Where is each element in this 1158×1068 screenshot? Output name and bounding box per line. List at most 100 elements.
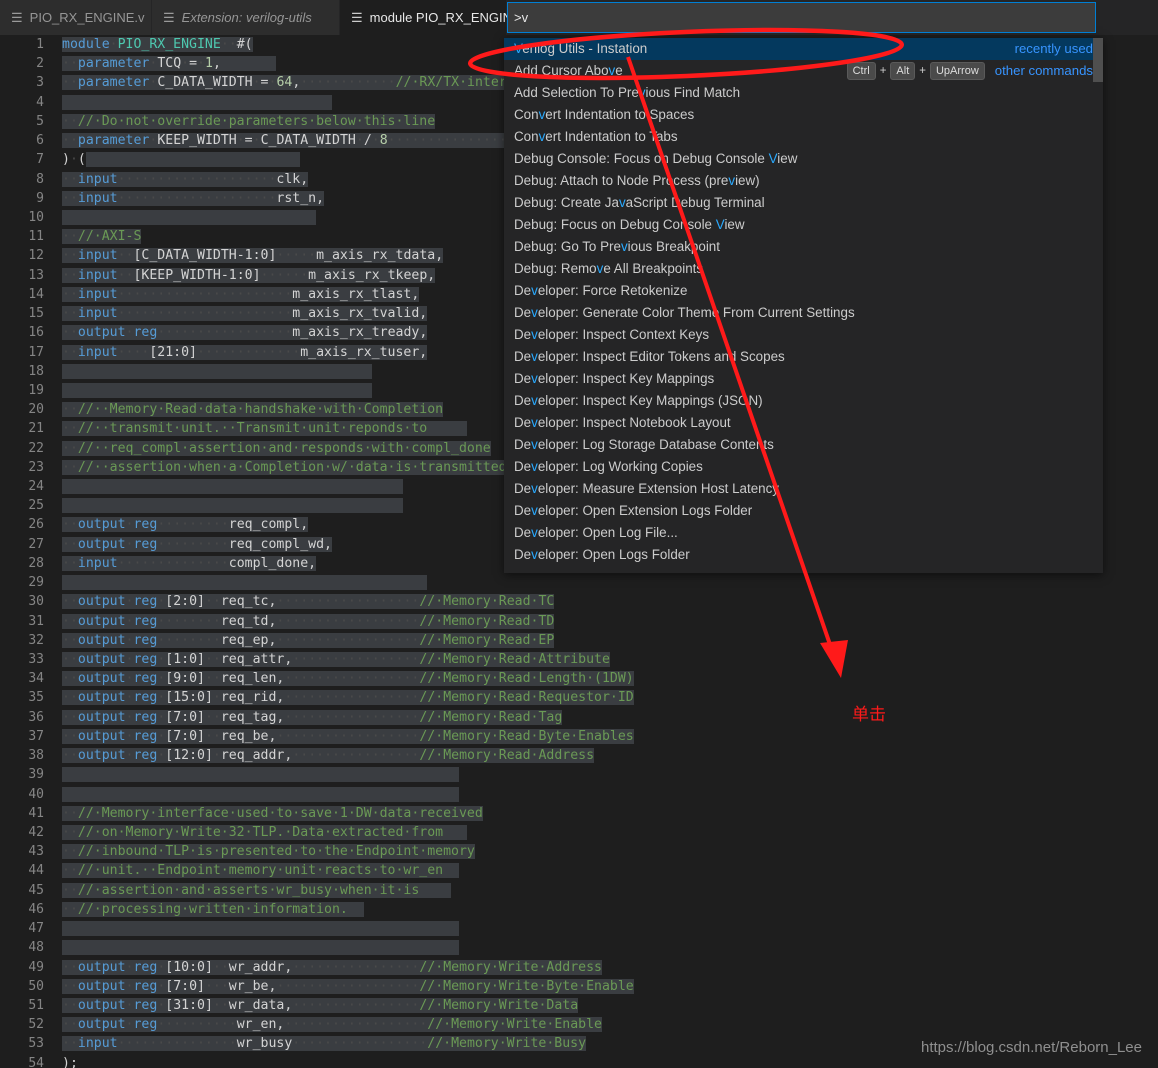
command-palette-item[interactable]: Developer: Open Log File... [504, 522, 1103, 544]
code-line[interactable]: 41 ··//·Memory·interface·used·to·save·1·D… [0, 804, 1158, 823]
command-palette-item[interactable]: Developer: Log Storage Database Contents [504, 434, 1103, 456]
line-number: 11 [28, 229, 44, 245]
tab-module-pio-rx-engine[interactable]: ☰ module PIO_RX_ENGIN [340, 0, 512, 35]
line-number: 21 [28, 421, 44, 437]
code-line[interactable]: 33 ··output·reg·[1:0]··req_attr,·········… [0, 650, 1158, 669]
line-content: ··output·reg·[1:0]··req_attr,···········… [62, 652, 610, 667]
code-line[interactable]: 44 ··//·unit.··Endpoint·memory·unit·react… [0, 861, 1158, 880]
code-line[interactable]: 32 ··output·reg········req_ep,···········… [0, 631, 1158, 650]
code-line[interactable]: 49 ··output·reg·[10:0]··wr_addr,·········… [0, 958, 1158, 977]
command-label: Developer: Open Extension Logs Folder [514, 503, 753, 518]
command-palette-item[interactable]: Add Selection To Previous Find Match [504, 82, 1103, 104]
code-line[interactable]: 35 ··output·reg·[15:0]·req_rid,··········… [0, 688, 1158, 707]
code-line[interactable]: 52 ··output·reg··········wr_en,··········… [0, 1015, 1158, 1034]
code-line[interactable]: 43 ··//·inbound·TLP·is·presented·to·the·E… [0, 842, 1158, 861]
code-line[interactable]: 37 ··output·reg·[7:0]··req_be,···········… [0, 727, 1158, 746]
code-line[interactable]: 50 ··output·reg·[7:0]···wr_be,···········… [0, 977, 1158, 996]
line-content: ··//··transmit·unit.··Transmit·unit·repo… [62, 419, 467, 438]
command-palette-item[interactable]: Convert Indentation to Spaces [504, 104, 1103, 126]
line-content: ··//·Memory·interface·used·to·save·1·DW·… [62, 805, 483, 821]
command-palette-item[interactable]: Developer: Inspect Editor Tokens and Sco… [504, 346, 1103, 368]
line-number: 22 [28, 440, 44, 456]
command-label: Debug: Focus on Debug Console View [514, 217, 745, 232]
command-palette-input[interactable] [514, 10, 1089, 25]
keycap: Alt [890, 62, 916, 80]
line-number: 1 [36, 37, 44, 52]
command-palette-item[interactable]: Debug: Go To Previous Breakpoint [504, 236, 1103, 258]
line-content: ··//·AXI-S [62, 229, 142, 245]
line-number: 36 [28, 709, 44, 725]
code-line[interactable]: 38 ··output·reg·[12:0]·req_addr,·········… [0, 746, 1158, 765]
code-line[interactable]: 47 [0, 919, 1158, 938]
code-line[interactable]: 48 [0, 938, 1158, 957]
command-label: Developer: Measure Extension Host Latenc… [514, 481, 779, 496]
command-palette-item[interactable]: Debug: Remove All Breakpoints [504, 258, 1103, 280]
code-line[interactable]: 29 [0, 573, 1158, 592]
command-palette-item[interactable]: Debug: Attach to Node Process (preview) [504, 170, 1103, 192]
line-content [62, 208, 317, 227]
command-label: Developer: Inspect Key Mappings [514, 371, 715, 386]
line-number: 26 [28, 517, 44, 533]
command-palette-item[interactable]: Developer: Generate Color Theme From Cur… [504, 302, 1103, 324]
code-line[interactable]: 40 [0, 785, 1158, 804]
tab-extension-verilog-utils[interactable]: ☰ Extension: verilog-utils [152, 0, 340, 35]
command-palette-item[interactable]: Developer: Open Extension Logs Folder [504, 500, 1103, 522]
line-content: ··input····················clk, [62, 171, 309, 187]
quick-input-box[interactable] [507, 2, 1096, 33]
command-palette-item[interactable]: Developer: Log Working Copies [504, 456, 1103, 478]
command-palette-item[interactable]: Developer: Inspect Notebook Layout [504, 412, 1103, 434]
line-number: 7 [36, 152, 44, 168]
code-line[interactable]: 30 ··output·reg·[2:0]··req_tc,···········… [0, 592, 1158, 611]
line-content [62, 765, 459, 784]
command-palette-item[interactable]: Debug Console: Focus on Debug Console Vi… [504, 148, 1103, 170]
line-number: 28 [28, 555, 44, 571]
command-palette-item[interactable]: Debug: Focus on Debug Console View [504, 214, 1103, 236]
vscode-window: ☰ PIO_RX_ENGINE.v ☰ Extension: verilog-u… [0, 0, 1158, 1068]
code-line[interactable]: 39 [0, 765, 1158, 784]
code-line[interactable]: 34 ··output·reg·[9:0]··req_len,··········… [0, 669, 1158, 688]
command-palette-list[interactable]: Verilog Utils - Instation recently used Ad… [504, 38, 1103, 573]
line-number: 12 [28, 248, 44, 264]
command-palette-item[interactable]: Verilog Utils - Instation recently used [504, 38, 1103, 60]
line-content: ··output·reg·········req_compl, [62, 517, 309, 533]
line-content: module·PIO_RX_ENGINE··#( [62, 37, 253, 52]
command-palette-item[interactable]: Add Cursor Above Ctrl + Alt + UpArrow other co… [504, 60, 1103, 82]
command-label: Add Selection To Previous Find Match [514, 85, 741, 100]
line-content [62, 381, 372, 400]
command-palette-item[interactable]: Developer: Inspect Key Mappings (JSON) [504, 390, 1103, 412]
keybinding-chord: Ctrl + Alt + UpArrow [846, 60, 985, 82]
line-number: 13 [28, 267, 44, 283]
line-number: 2 [36, 56, 44, 72]
line-content: ··output·reg·[7:0]···wr_be,·············… [62, 978, 634, 994]
line-number: 48 [28, 940, 44, 956]
line-content: ··//·Do·not·override·parameters·below·th… [62, 113, 436, 129]
keycap: UpArrow [929, 62, 985, 80]
line-content [62, 573, 428, 592]
tab-label: Extension: verilog-utils [181, 10, 312, 25]
code-line[interactable]: 51 ··output·reg·[31:0]··wr_data,·········… [0, 996, 1158, 1015]
command-palette-item[interactable]: Developer: Open Logs Folder [504, 544, 1103, 566]
command-palette-scrollbar[interactable] [1093, 38, 1103, 82]
code-line[interactable]: 42 ··//·on·Memory·Write·32·TLP.·Data·extr… [0, 823, 1158, 842]
code-line[interactable]: 31 ··output·reg········req_td,···········… [0, 612, 1158, 631]
code-line[interactable]: 36 ··output·reg·[7:0]··req_tag,··········… [0, 708, 1158, 727]
tab-pio-rx-engine-v[interactable]: ☰ PIO_RX_ENGINE.v [0, 0, 152, 35]
command-label: Developer: Inspect Editor Tokens and Sco… [514, 349, 785, 364]
command-group-label: other commands [994, 63, 1093, 78]
command-palette-item[interactable]: Debug: Create JavaScript Debug Terminal [504, 192, 1103, 214]
command-palette-item[interactable]: Developer: Measure Extension Host Latenc… [504, 478, 1103, 500]
code-line[interactable]: 46 ··//·processing·written·information. [0, 900, 1158, 919]
code-line[interactable]: 45 ··//·assertion·and·asserts·wr_busy·whe… [0, 881, 1158, 900]
command-palette-item[interactable]: Developer: Inspect Context Keys [504, 324, 1103, 346]
line-content: ··input··············compl_done, [62, 555, 317, 571]
line-number: 25 [28, 498, 44, 514]
file-lines-icon: ☰ [351, 10, 363, 25]
line-number: 23 [28, 459, 44, 475]
line-content: ··parameter·KEEP_WIDTH·=·C_DATA_WIDTH·/·… [62, 131, 523, 150]
line-content: ··parameter·C_DATA_WIDTH·=·64,··········… [62, 75, 515, 91]
command-palette-item[interactable]: Developer: Force Retokenize [504, 280, 1103, 302]
command-palette-item[interactable]: Convert Indentation to Tabs [504, 126, 1103, 148]
command-palette-item[interactable]: Developer: Inspect Key Mappings [504, 368, 1103, 390]
line-number: 4 [36, 94, 44, 110]
line-content: ··input···············wr_busy···········… [62, 1036, 587, 1052]
